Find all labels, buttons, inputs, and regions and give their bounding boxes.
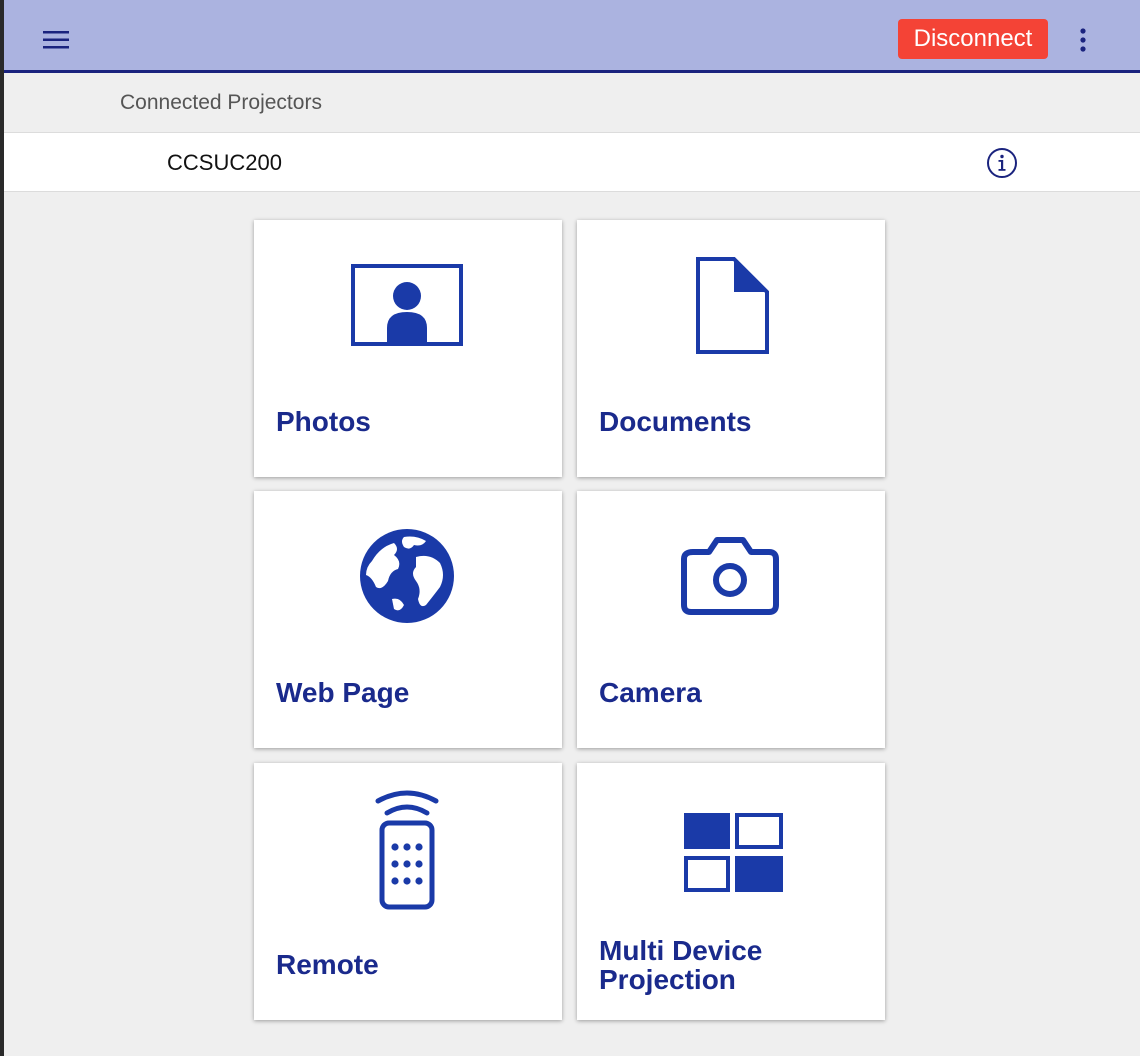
document-icon (696, 257, 769, 354)
tile-remote[interactable]: Remote (254, 763, 562, 1020)
tile-label-documents: Documents (599, 406, 752, 437)
more-options-button[interactable] (1068, 20, 1098, 60)
camera-icon (681, 537, 779, 615)
app-screen: Disconnect Connected Projectors CCSUC200 (4, 0, 1140, 1056)
connected-projectors-header: Connected Projectors (4, 73, 1140, 133)
globe-icon (360, 529, 454, 623)
info-icon (987, 148, 1017, 178)
remote-icon (375, 790, 439, 910)
menu-button[interactable] (36, 22, 76, 58)
tile-multi-device-projection[interactable]: Multi Device Projection (577, 763, 885, 1020)
app-bar: Disconnect (4, 0, 1140, 73)
tile-web-page[interactable]: Web Page (254, 491, 562, 748)
section-title: Connected Projectors (120, 91, 322, 114)
photo-icon (351, 264, 463, 346)
projector-row[interactable]: CCSUC200 (4, 133, 1140, 192)
tile-label-photos: Photos (276, 406, 371, 437)
tile-label-remote: Remote (276, 949, 379, 980)
disconnect-button[interactable]: Disconnect (898, 19, 1048, 59)
menu-icon (43, 31, 69, 49)
tile-documents[interactable]: Documents (577, 220, 885, 477)
more-vertical-icon (1080, 28, 1086, 52)
projector-name: CCSUC200 (167, 150, 282, 175)
tile-camera[interactable]: Camera (577, 491, 885, 748)
tile-label-camera: Camera (599, 677, 702, 708)
tile-photos[interactable]: Photos (254, 220, 562, 477)
projector-info-button[interactable] (986, 147, 1018, 179)
multi-device-icon (684, 813, 783, 892)
tile-label-web-page: Web Page (276, 677, 410, 708)
tile-label-multi-device-projection: Multi Device Projection (599, 935, 763, 995)
